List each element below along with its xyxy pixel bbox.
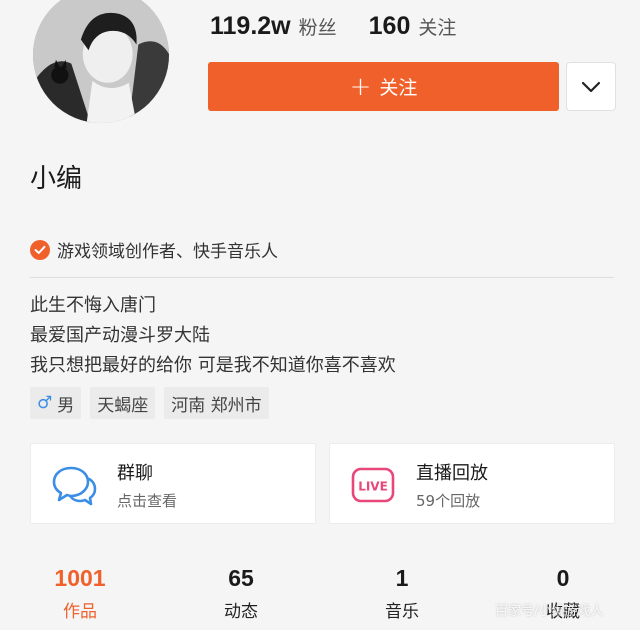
- bio-line: 最爱国产动漫斗罗大陆: [30, 325, 210, 346]
- chat-bubbles-icon: [52, 466, 97, 506]
- follow-button-label: 关注: [379, 77, 418, 99]
- following-label: 关注: [418, 17, 457, 39]
- check-badge-icon: [30, 239, 50, 260]
- tab-label: 动态: [224, 602, 258, 622]
- followers-label: 粉丝: [298, 17, 337, 39]
- more-options-button[interactable]: [566, 62, 616, 111]
- gender-tag: ♂ 男: [30, 387, 82, 419]
- avatar-illustration: [33, 0, 169, 123]
- profile-name: 小编: [30, 164, 83, 194]
- male-icon: ♂: [37, 393, 53, 413]
- group-chat-title: 群聊: [117, 463, 153, 484]
- live-icon: LIVE: [351, 467, 395, 503]
- verification-row: 游戏领域创作者、快手音乐人: [30, 237, 278, 262]
- tab-works[interactable]: 1001 作品: [20, 561, 140, 622]
- chevron-down-icon: [581, 81, 601, 92]
- tab-label: 音乐: [385, 602, 419, 622]
- bio-line: 此生不悔入唐门: [30, 295, 156, 316]
- tab-count: 65: [228, 565, 254, 591]
- profile-stats: 119.2w 粉丝 160 关注: [210, 12, 456, 41]
- bio-line: 我只想把最好的给你 可是我不知道你喜不喜欢: [30, 355, 396, 376]
- zodiac-tag: 天蝎座: [90, 387, 156, 419]
- followers-stat[interactable]: 119.2w 粉丝: [210, 12, 337, 41]
- followers-count: 119.2w: [210, 12, 291, 40]
- live-replay-subtitle: 59个回放: [416, 492, 481, 510]
- follow-button[interactable]: + 关注: [208, 62, 559, 111]
- bio: 此生不悔入唐门 最爱国产动漫斗罗大陆 我只想把最好的给你 可是我不知道你喜不喜欢: [30, 291, 396, 381]
- avatar[interactable]: [30, 0, 172, 126]
- live-icon-text: LIVE: [358, 480, 388, 494]
- divider: [30, 277, 614, 278]
- tab-count: 1001: [54, 565, 106, 591]
- plus-icon: +: [349, 71, 372, 102]
- verification-text: 游戏领域创作者、快手音乐人: [57, 242, 278, 262]
- tab-count: 0: [556, 565, 570, 591]
- profile-tabs: 1001 作品 65 动态 1 音乐 0 收藏: [0, 561, 640, 630]
- profile-tags: ♂ 男 天蝎座 河南 郑州市: [30, 387, 278, 419]
- tab-count: 1: [395, 565, 409, 591]
- live-replay-title: 直播回放: [416, 463, 488, 484]
- tab-music[interactable]: 1 音乐: [342, 561, 462, 622]
- following-stat[interactable]: 160 关注: [369, 12, 457, 41]
- group-chat-subtitle: 点击查看: [117, 492, 178, 510]
- gender-label: 男: [57, 395, 75, 416]
- tab-label: 作品: [63, 602, 97, 622]
- watermark: 百家号/小编游戏人: [495, 604, 604, 619]
- live-replay-card[interactable]: LIVE 直播回放 59个回放: [329, 443, 615, 524]
- group-chat-card[interactable]: 群聊 点击查看: [30, 443, 316, 524]
- tab-moments[interactable]: 65 动态: [181, 561, 301, 622]
- following-count: 160: [368, 12, 411, 40]
- location-tag: 河南 郑州市: [164, 387, 269, 419]
